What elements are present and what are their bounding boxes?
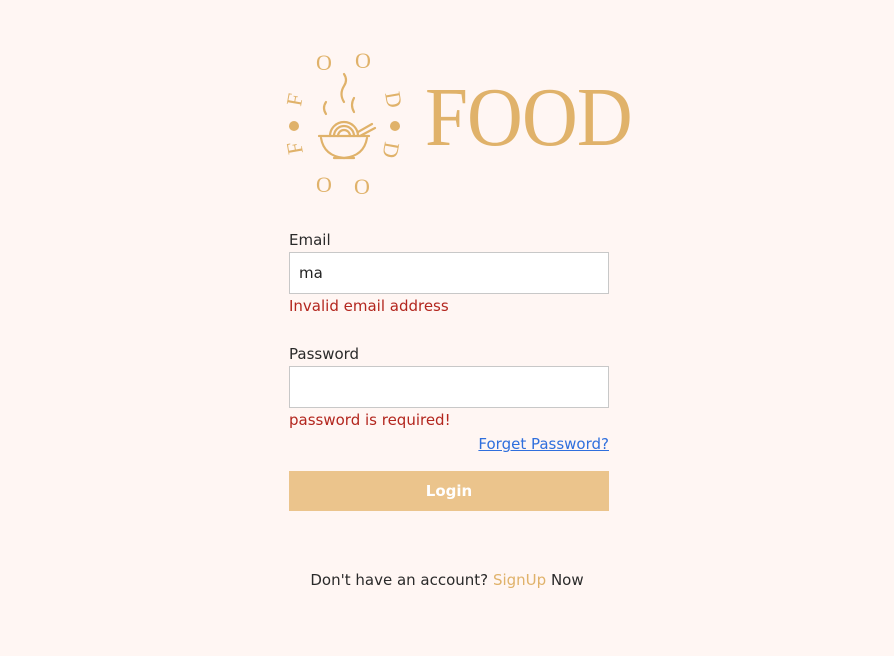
logo-ring-letter: O: [355, 48, 371, 73]
noodle-bowl-icon: [317, 72, 377, 160]
logo-emblem: O O D D O O F F: [284, 48, 408, 199]
logo-ring-letter: D: [377, 140, 404, 160]
email-error: Invalid email address: [289, 297, 449, 315]
email-group: Email Invalid email address: [289, 230, 609, 316]
login-button[interactable]: Login: [289, 471, 609, 511]
password-field[interactable]: [289, 366, 609, 408]
password-error: password is required!: [289, 411, 451, 429]
email-field[interactable]: [289, 252, 609, 294]
logo-ring-letter: F: [284, 140, 308, 156]
password-group: Password password is required!: [289, 344, 609, 430]
signup-link[interactable]: SignUp: [493, 571, 546, 589]
signup-prefix: Don't have an account?: [310, 571, 489, 589]
login-page: O O D D O O F F FOOD Email ma Invalid em…: [0, 0, 894, 656]
signup-prompt: Don't have an account? SignUp Now: [0, 570, 894, 590]
forgot-row: Forget Password?: [289, 434, 609, 454]
logo-ring-letter: O: [316, 172, 332, 197]
logo-dot-right: [390, 121, 400, 131]
forgot-password-link[interactable]: Forget Password?: [478, 435, 609, 453]
logo-wordmark: FOOD: [425, 71, 633, 164]
logo-dot-left: [289, 121, 299, 131]
food-logo: O O D D O O F F FOOD: [284, 46, 633, 202]
signup-suffix: Now: [550, 571, 584, 589]
logo-ring-letter: O: [354, 174, 370, 199]
logo-ring-letter: D: [380, 90, 407, 110]
login-form: Email Invalid email address Password pas…: [289, 230, 609, 511]
logo-ring-letter: F: [284, 91, 308, 107]
logo-ring-letter: O: [316, 50, 332, 75]
email-label: Email: [289, 231, 331, 249]
password-label: Password: [289, 345, 360, 363]
